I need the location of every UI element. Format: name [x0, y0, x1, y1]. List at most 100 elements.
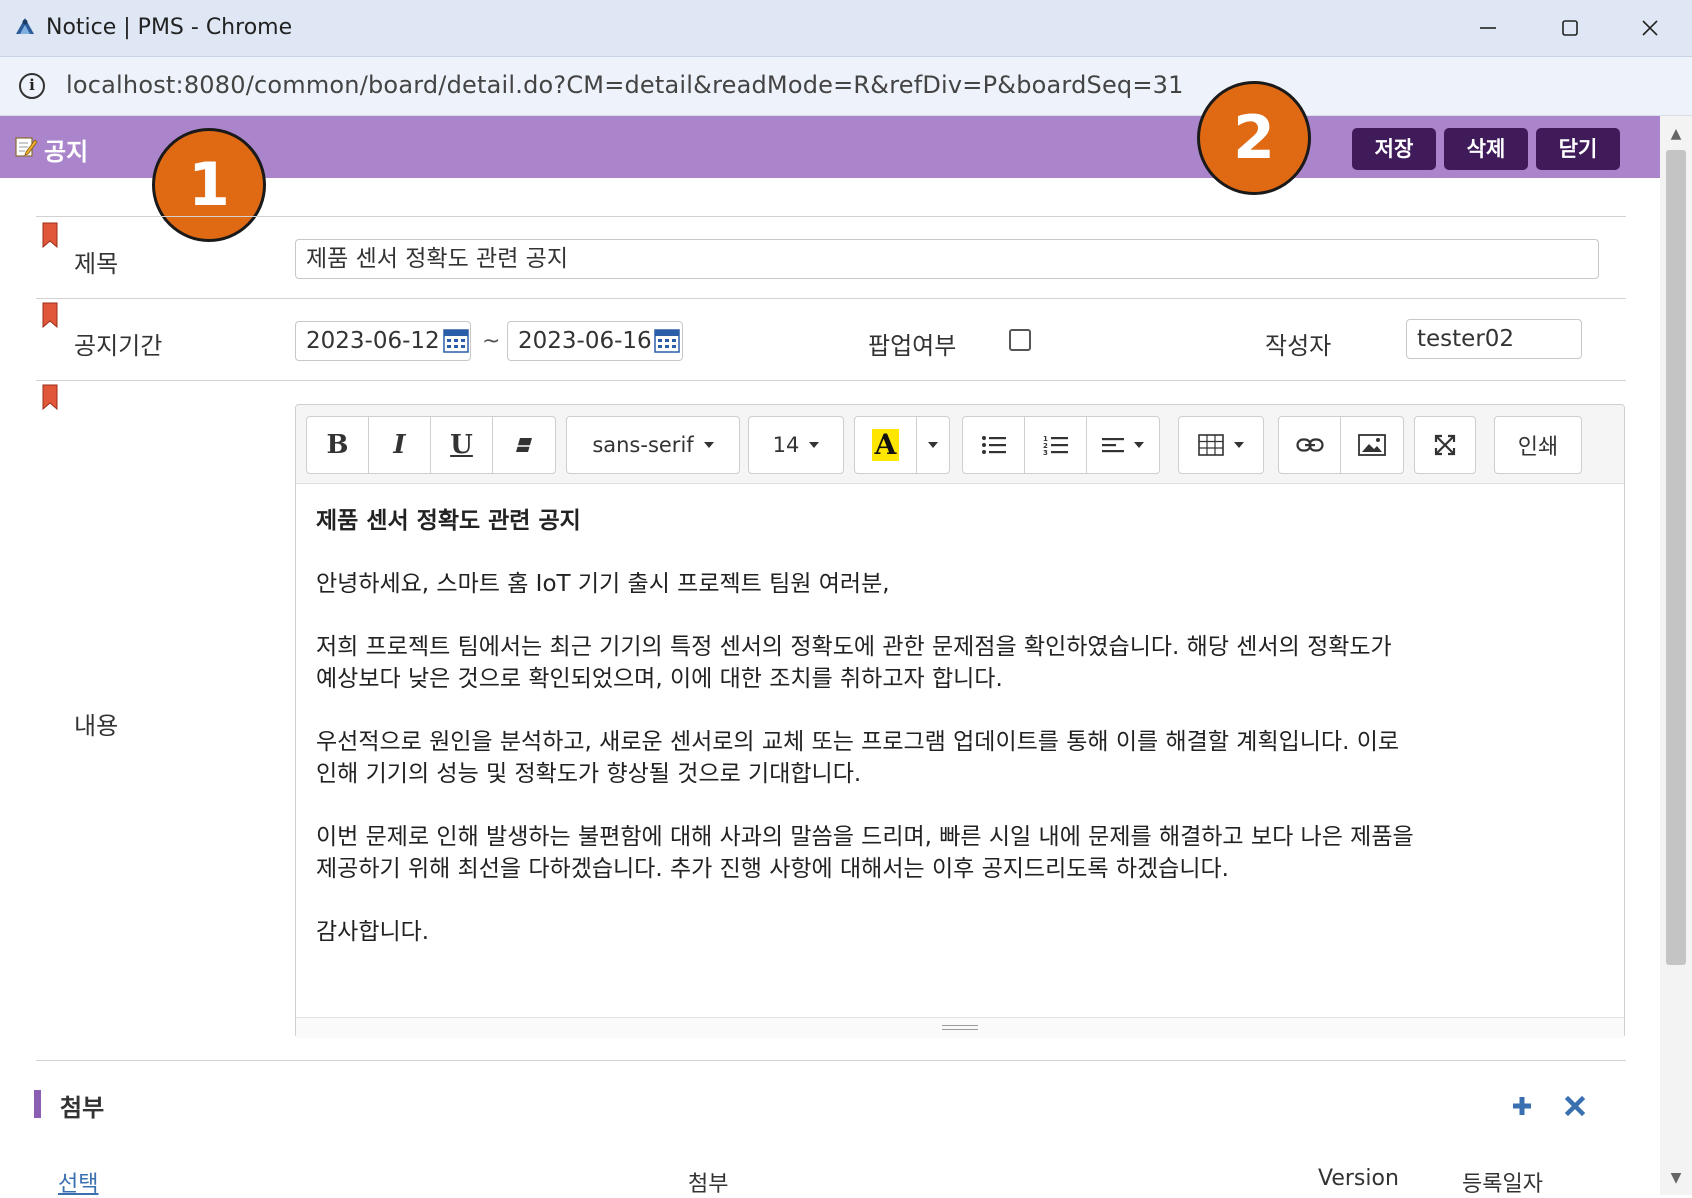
subject-label: 제목 [74, 250, 119, 278]
chevron-down-icon [928, 442, 938, 448]
link-button[interactable] [1279, 417, 1341, 473]
paragraph-group: 123 [962, 416, 1160, 474]
minimize-icon [1480, 27, 1496, 29]
text-color-button[interactable]: A [855, 417, 917, 473]
link-icon [1295, 438, 1324, 452]
row-divider [36, 1060, 1626, 1061]
content-paragraph: 저희 프로젝트 팀에서는 최근 기기의 특정 센서의 정확도에 관한 문제점을 … [316, 631, 1606, 695]
column-header-select[interactable]: 선택 [58, 1166, 98, 1198]
font-family-select[interactable]: sans-serif [567, 417, 739, 473]
address-bar[interactable]: i localhost:8080/common/board/detail.do?… [0, 57, 1692, 116]
font-size-value: 14 [772, 433, 800, 457]
content-paragraph: 안녕하세요, 스마트 홈 IoT 기기 출시 프로젝트 팀원 여러분, [316, 571, 890, 597]
required-bookmark-icon [42, 384, 58, 410]
callout-2: 2 [1197, 81, 1311, 195]
picture-button[interactable] [1341, 417, 1403, 473]
rich-text-editor[interactable]: B I U sans-serif 14 A 1 2 3 인쇄 제품 센서 정확도… [295, 404, 1625, 1038]
content-line: 이번 문제로 인해 발생하는 불편함에 대해 사과의 말씀을 드리며, 빠른 시… [316, 824, 1414, 850]
table-button[interactable] [1179, 417, 1263, 473]
table-group [1178, 416, 1264, 474]
attachments-title: 첨부 [60, 1094, 105, 1122]
row-divider [36, 216, 1626, 217]
minimize-button[interactable] [1458, 8, 1518, 48]
color-dropdown-button[interactable] [917, 417, 949, 473]
window-titlebar: Notice | PMS - Chrome [0, 0, 1692, 57]
scroll-down-icon[interactable]: ▼ [1666, 1168, 1686, 1188]
url-text[interactable]: localhost:8080/common/board/detail.do?CM… [66, 71, 1184, 99]
editor-resize-handle[interactable] [296, 1017, 1624, 1038]
underline-button[interactable]: U [431, 417, 493, 473]
fullscreen-icon [1434, 434, 1456, 456]
editor-toolbar: B I U sans-serif 14 A 1 2 3 인쇄 [296, 405, 1624, 484]
grip-line [942, 1029, 978, 1030]
grip-line [942, 1025, 978, 1026]
required-bookmark-icon [42, 222, 58, 248]
font-family-value: sans-serif [592, 433, 694, 457]
required-bookmark-icon [42, 302, 58, 328]
column-header-date: 등록일자 [1462, 1172, 1543, 1197]
color-group: A [854, 416, 950, 474]
calendar-icon[interactable] [443, 328, 469, 354]
section-marker [34, 1090, 41, 1118]
remove-attachment-icon[interactable] [1563, 1094, 1587, 1118]
save-button[interactable]: 저장 [1352, 128, 1436, 170]
table-icon [1198, 434, 1224, 456]
print-button[interactable]: 인쇄 [1495, 417, 1581, 473]
maximize-icon [1562, 20, 1578, 36]
content-paragraph: 우선적으로 원인을 분석하고, 새로운 센서로의 교체 또는 프로그램 업데이트… [316, 726, 1606, 790]
bullet-list-button[interactable] [963, 417, 1025, 473]
period-label: 공지기간 [74, 332, 163, 360]
author-label: 작성자 [1265, 332, 1332, 360]
align-button[interactable] [1087, 417, 1159, 473]
picture-icon [1358, 434, 1386, 456]
view-group [1414, 416, 1476, 474]
subject-input[interactable]: 제품 센서 정확도 관련 공지 [295, 239, 1599, 279]
row-divider [36, 298, 1626, 299]
italic-button[interactable]: I [369, 417, 431, 473]
bold-button[interactable]: B [307, 417, 369, 473]
author-input[interactable]: tester02 [1406, 319, 1582, 359]
popup-label: 팝업여부 [868, 332, 957, 360]
chevron-down-icon [703, 442, 714, 448]
numbered-list-icon: 123 [1043, 435, 1068, 456]
popup-checkbox[interactable] [1009, 329, 1031, 351]
text-style-group: B I U [306, 416, 556, 474]
column-header-file: 첨부 [688, 1172, 729, 1197]
font-size-dropdown[interactable]: 14 [748, 416, 844, 474]
column-header-version: Version [1318, 1166, 1399, 1191]
scroll-up-icon[interactable]: ▲ [1666, 124, 1686, 144]
content-line: 저희 프로젝트 팀에서는 최근 기기의 특정 센서의 정확도에 관한 문제점을 … [316, 634, 1392, 660]
content-label: 내용 [74, 712, 119, 740]
row-divider [36, 380, 1626, 381]
font-size-select[interactable]: 14 [749, 417, 843, 473]
numbered-list-button[interactable]: 123 [1025, 417, 1087, 473]
chevron-down-icon [1234, 442, 1244, 448]
add-attachment-icon[interactable] [1510, 1094, 1534, 1118]
content-line: 인해 기기의 성능 및 정확도가 향상될 것으로 기대합니다. [316, 761, 862, 787]
fullscreen-button[interactable] [1415, 417, 1475, 473]
calendar-icon[interactable] [654, 328, 680, 354]
clear-format-button[interactable] [493, 417, 555, 473]
content-line: 제공하기 위해 최선을 다하겠습니다. 추가 진행 사항에 대해서는 이후 공지… [316, 856, 1229, 882]
app-icon [16, 18, 34, 34]
memo-icon [15, 137, 38, 157]
bullet-list-icon [981, 436, 1006, 454]
date-separator: ~ [482, 329, 501, 354]
callout-1: 1 [152, 128, 266, 242]
info-icon[interactable]: i [19, 73, 45, 99]
content-paragraph: 감사합니다. [316, 919, 430, 945]
content-heading: 제품 센서 정확도 관련 공지 [316, 508, 581, 534]
insert-group [1278, 416, 1404, 474]
maximize-button[interactable] [1540, 8, 1600, 48]
delete-button[interactable]: 삭제 [1444, 128, 1528, 170]
editor-content[interactable]: 제품 센서 정확도 관련 공지 안녕하세요, 스마트 홈 IoT 기기 출시 프… [316, 505, 1606, 979]
close-button[interactable]: 닫기 [1536, 128, 1620, 170]
window-title: Notice | PMS - Chrome [46, 15, 293, 40]
color-a-icon: A [871, 429, 900, 461]
close-window-button[interactable] [1620, 8, 1680, 48]
page-title: 공지 [44, 138, 89, 166]
eraser-icon [516, 438, 532, 452]
print-group: 인쇄 [1494, 416, 1582, 474]
font-family-dropdown[interactable]: sans-serif [566, 416, 740, 474]
scroll-thumb[interactable] [1666, 150, 1686, 965]
